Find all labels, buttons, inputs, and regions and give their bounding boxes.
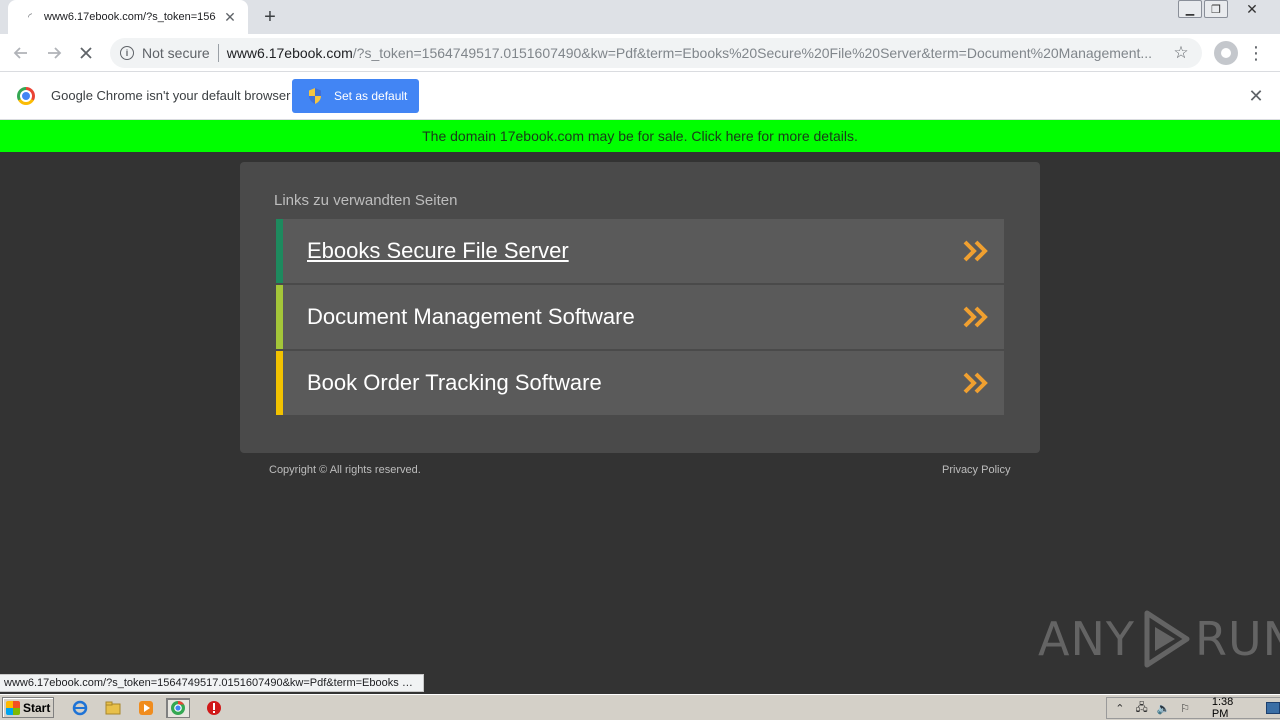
related-links-panel: Links zu verwandten Seiten Ebooks Secure…: [240, 162, 1040, 453]
double-chevron-right-icon: [956, 368, 996, 398]
network-icon[interactable]: 🖧: [1133, 699, 1151, 717]
link-label[interactable]: Book Order Tracking Software: [307, 370, 956, 396]
chrome-logo-icon: [17, 87, 35, 105]
double-chevron-right-icon: [956, 236, 996, 266]
new-tab-button[interactable]: +: [258, 5, 282, 29]
start-label: Start: [23, 700, 51, 715]
maximize-button[interactable]: ❐: [1204, 0, 1228, 18]
browser-tab[interactable]: ◜ www6.17ebook.com/?s_token=1564749517.0…: [8, 0, 248, 34]
link-accent-bar: [276, 351, 283, 415]
close-icon[interactable]: ✕: [222, 9, 238, 25]
anyrun-watermark: ANY RUN: [1038, 606, 1280, 672]
watermark-text-left: ANY: [1038, 612, 1135, 666]
windows-logo-icon: [6, 700, 20, 715]
copyright-text: Copyright © All rights reserved.: [269, 464, 421, 476]
related-link-ebooks-secure-file-server[interactable]: Ebooks Secure File Server: [276, 219, 1004, 283]
omnibox-divider: [217, 44, 219, 62]
double-chevron-right-icon: [956, 302, 996, 332]
browser-toolbar: i Not secure www6.17ebook.com /?s_token=…: [0, 34, 1280, 72]
link-accent-bar: [276, 219, 283, 283]
internet-explorer-icon[interactable]: [68, 698, 92, 718]
window-controls: ▁ ❐ ✕: [1176, 0, 1274, 18]
related-link-book-order-tracking-software[interactable]: Book Order Tracking Software: [276, 351, 1004, 415]
related-link-document-management-software[interactable]: Document Management Software: [276, 285, 1004, 349]
uac-shield-icon: [309, 88, 321, 104]
security-label[interactable]: Not secure: [142, 45, 210, 61]
profile-avatar-icon[interactable]: [1214, 41, 1238, 65]
forward-button[interactable]: [42, 41, 66, 65]
minimize-button[interactable]: ▁: [1178, 0, 1202, 18]
system-tray: ⌃ 🖧 🔈 ⚐ 1:38 PM: [1106, 696, 1280, 720]
address-bar[interactable]: i Not secure www6.17ebook.com /?s_token=…: [110, 38, 1202, 68]
url-path: /?s_token=1564749517.0151607490&kw=Pdf&t…: [352, 45, 1153, 61]
browser-titlebar: ◜ www6.17ebook.com/?s_token=1564749517.0…: [0, 0, 1280, 34]
domain-sale-banner[interactable]: The domain 17ebook.com may be for sale. …: [0, 120, 1280, 152]
kebab-menu-icon[interactable]: ⋮: [1246, 41, 1266, 65]
watermark-text-right: RUN: [1194, 612, 1280, 666]
chrome-taskbar-icon[interactable]: [166, 698, 190, 718]
infobar-message: Google Chrome isn't your default browser: [51, 88, 291, 103]
play-icon: [1144, 610, 1190, 668]
stop-icon: [80, 47, 92, 59]
forward-arrow-icon: [48, 47, 62, 59]
link-accent-bar: [276, 285, 283, 349]
windows-taskbar: Start ⌃ 🖧 🔈 ⚐ 1:38 PM: [0, 694, 1280, 720]
privacy-policy-link[interactable]: Privacy Policy: [942, 464, 1010, 476]
show-desktop-icon[interactable]: [1266, 702, 1280, 714]
link-label[interactable]: Ebooks Secure File Server: [307, 238, 956, 264]
taskbar-clock[interactable]: 1:38 PM: [1212, 696, 1252, 720]
back-button[interactable]: [9, 41, 33, 65]
panel-heading: Links zu verwandten Seiten: [274, 192, 458, 209]
bookmark-star-icon[interactable]: ☆: [1170, 42, 1192, 64]
link-label[interactable]: Document Management Software: [307, 304, 956, 330]
window-close-button[interactable]: ✕: [1230, 0, 1274, 18]
media-player-icon[interactable]: [134, 698, 158, 718]
action-center-flag-icon[interactable]: ⚐: [1176, 699, 1194, 717]
set-as-default-label: Set as default: [334, 89, 408, 103]
volume-icon[interactable]: 🔈: [1154, 699, 1172, 717]
stop-sign-icon[interactable]: [202, 698, 226, 718]
url-host: www6.17ebook.com: [226, 45, 353, 61]
link-status-bubble: www6.17ebook.com/?s_token=1564749517.015…: [0, 674, 424, 692]
tab-title: www6.17ebook.com/?s_token=1564749517.015…: [44, 11, 216, 23]
loading-icon: ◜: [28, 11, 32, 23]
set-as-default-button[interactable]: Set as default: [292, 79, 419, 113]
info-icon[interactable]: i: [120, 46, 134, 60]
file-explorer-icon[interactable]: [101, 698, 125, 718]
stop-loading-button[interactable]: [74, 41, 98, 65]
start-button[interactable]: Start: [2, 697, 54, 718]
infobar-close-icon[interactable]: ✕: [1246, 86, 1266, 106]
show-hidden-icons-icon[interactable]: ⌃: [1111, 699, 1129, 717]
back-arrow-icon: [13, 47, 27, 59]
